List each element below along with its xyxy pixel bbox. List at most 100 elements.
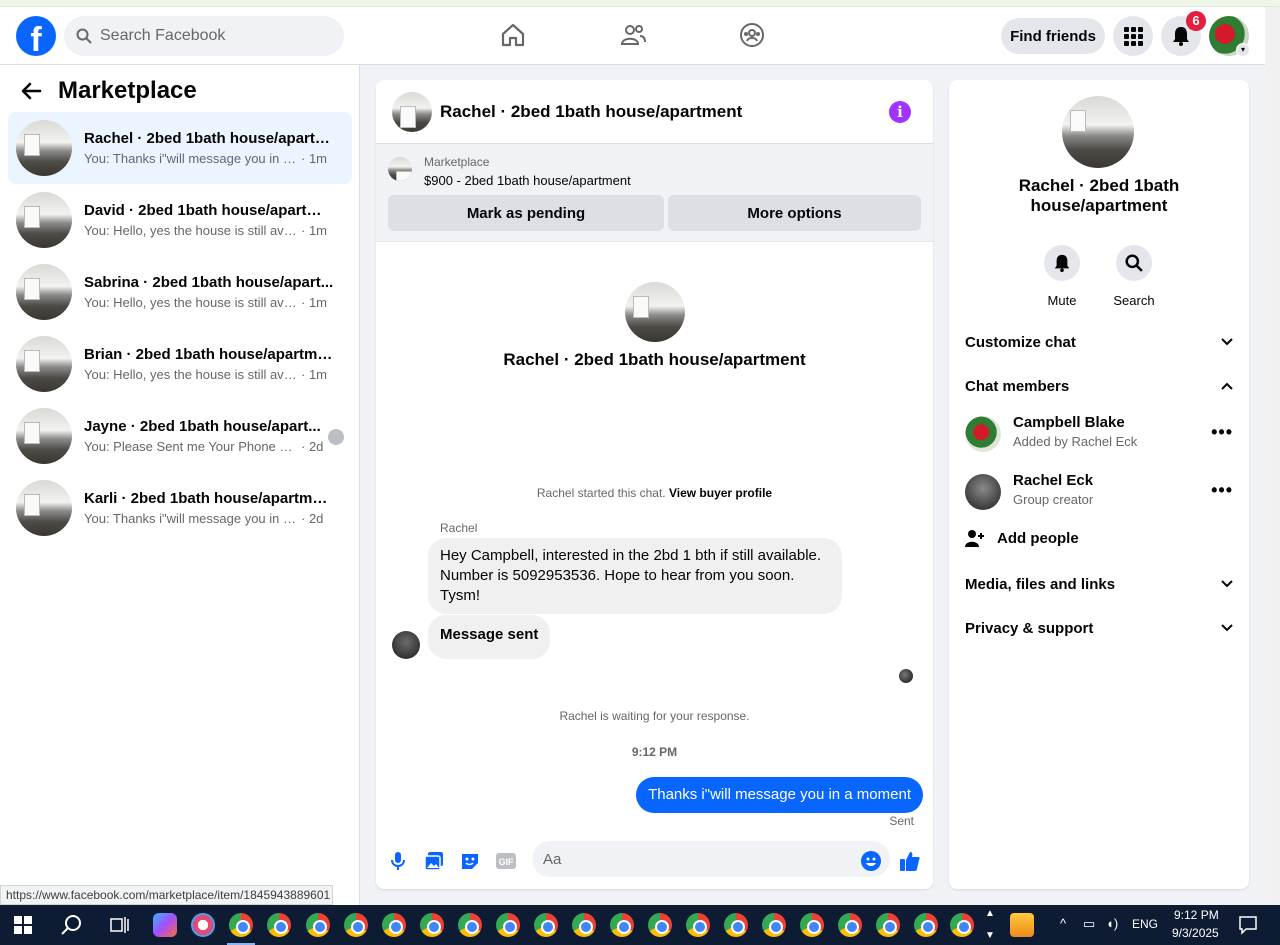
taskbar-search-icon[interactable] [60,914,82,941]
network-icon[interactable]: ▭ [1083,916,1095,932]
conversation-item[interactable]: David · 2bed 1bath house/apartme... You:… [8,184,352,256]
sticker-icon[interactable] [459,850,481,872]
chat-members-row[interactable]: Chat members [965,374,1233,398]
listing-price[interactable]: $900 - 2bed 1bath house/apartment [424,173,631,188]
member-item[interactable]: Campbell Blake Added by Rachel Eck ••• [965,414,1241,454]
taskbar-scroll-down-icon[interactable]: ▼ [985,930,995,941]
conversation-name: Sabrina · 2bed 1bath house/apart... [84,274,334,291]
chrome-icon[interactable] [534,913,558,937]
search-bar[interactable] [64,16,344,56]
chrome-icon[interactable] [950,913,974,937]
marketplace-header: Marketplace [20,77,197,105]
view-buyer-profile-link[interactable]: View buyer profile [669,486,772,500]
mark-pending-button[interactable]: Mark as pending [388,195,664,231]
conversation-item[interactable]: Sabrina · 2bed 1bath house/apart... You:… [8,256,352,328]
page-scrollbar[interactable] [1265,7,1280,905]
weather-icon[interactable] [1010,913,1034,937]
clock-time[interactable]: 9:12 PM [1174,908,1219,922]
chat-title[interactable]: Rachel · 2bed 1bath house/apartment [440,102,742,122]
media-files-row[interactable]: Media, files and links [965,572,1233,596]
chevron-down-icon [1221,624,1233,632]
bell-icon [1173,27,1189,46]
friends-nav-icon[interactable] [618,20,648,50]
back-arrow-icon[interactable] [20,80,42,102]
thumbs-up-icon[interactable] [899,850,921,872]
home-nav-icon[interactable] [498,20,528,50]
chrome-icon[interactable] [838,913,862,937]
add-people-label: Add people [997,529,1079,547]
chrome-icon[interactable] [876,913,900,937]
more-options-button[interactable]: More options [668,195,921,231]
incoming-message: Message sent [428,615,551,659]
chrome-icon[interactable] [914,913,938,937]
chrome-icon[interactable] [420,913,444,937]
message-input[interactable] [532,841,890,877]
svg-text:GIF: GIF [499,857,515,867]
sender-avatar[interactable] [392,631,420,659]
chrome-icon[interactable] [382,913,406,937]
search-conversation-button[interactable]: Search [1104,245,1164,308]
chrome-icon[interactable] [610,913,634,937]
add-people-button[interactable]: Add people [965,528,1079,548]
chrome-icon[interactable] [267,913,291,937]
chrome-icon[interactable] [648,913,672,937]
conversation-preview: You: Hello, yes the house is still avail… [84,367,299,382]
privacy-support-row[interactable]: Privacy & support [965,616,1233,640]
app-icon[interactable] [191,913,215,937]
chrome-icon[interactable] [572,913,596,937]
menu-grid-button[interactable] [1113,16,1153,56]
customize-chat-row[interactable]: Customize chat [965,330,1233,354]
link-status-url: https://www.facebook.com/marketplace/ite… [0,885,333,905]
clock-date[interactable]: 9/3/2025 [1172,926,1219,940]
notification-center-icon[interactable] [1238,915,1258,940]
chrome-icon[interactable] [496,913,520,937]
conversation-item[interactable]: Jayne · 2bed 1bath house/apart... You: P… [8,400,352,472]
chrome-icon[interactable] [762,913,786,937]
message-composer: GIF [376,840,933,880]
taskbar-scroll-up-icon[interactable]: ▲ [985,908,995,919]
conversation-item[interactable]: Karli · 2bed 1bath house/apartment You: … [8,472,352,544]
show-hidden-icons[interactable]: ^ [1060,916,1066,931]
chrome-icon[interactable] [800,913,824,937]
language-indicator[interactable]: ENG [1132,917,1158,931]
chrome-icon[interactable] [344,913,368,937]
chat-members-label: Chat members [965,377,1070,395]
chevron-up-icon [1221,382,1233,390]
copilot-icon[interactable] [153,913,177,937]
emoji-icon[interactable] [860,850,882,872]
mute-button[interactable]: Mute [1032,245,1092,308]
microphone-icon[interactable] [387,850,409,872]
search-input[interactable] [100,27,320,45]
photo-icon[interactable] [423,850,445,872]
chrome-icon[interactable] [724,913,748,937]
chrome-icon[interactable] [458,913,482,937]
groups-nav-icon[interactable] [737,20,767,50]
account-chevron-icon[interactable]: ▾ [1236,43,1250,57]
find-friends-button[interactable]: Find friends [1001,18,1105,54]
customize-chat-label: Customize chat [965,333,1076,351]
started-text: Rachel started this chat. [536,486,666,500]
volume-icon[interactable]: ◖) [1106,916,1118,931]
chrome-icon[interactable] [306,913,330,937]
conversation-preview: You: Please Sent me Your Phone N... [84,439,299,454]
chat-avatar[interactable] [392,91,432,132]
conversation-time: · 1m [301,295,327,310]
member-item[interactable]: Rachel Eck Group creator ••• [965,472,1241,512]
chat-info-panel: Rachel · 2bed 1bath house/apartment Mute… [949,80,1249,889]
conversation-item[interactable]: Rachel · 2bed 1bath house/apartm... You:… [8,112,352,184]
more-icon[interactable]: ••• [1211,422,1233,443]
conversation-item[interactable]: Brian · 2bed 1bath house/apartment You: … [8,328,352,400]
notification-badge: 6 [1186,11,1206,31]
media-files-label: Media, files and links [965,575,1116,593]
chrome-icon[interactable] [229,913,253,937]
facebook-logo[interactable]: f [16,16,56,56]
listing-thumbnail[interactable] [388,157,412,181]
windows-start-icon[interactable] [14,916,32,939]
chrome-icon[interactable] [686,913,710,937]
task-view-icon[interactable] [110,916,130,939]
gif-icon[interactable]: GIF [495,850,517,872]
outgoing-message: Thanks i"will message you in a moment [636,777,923,813]
info-icon[interactable]: i [889,101,911,123]
bell-icon [1054,254,1070,272]
more-icon[interactable]: ••• [1211,480,1233,501]
